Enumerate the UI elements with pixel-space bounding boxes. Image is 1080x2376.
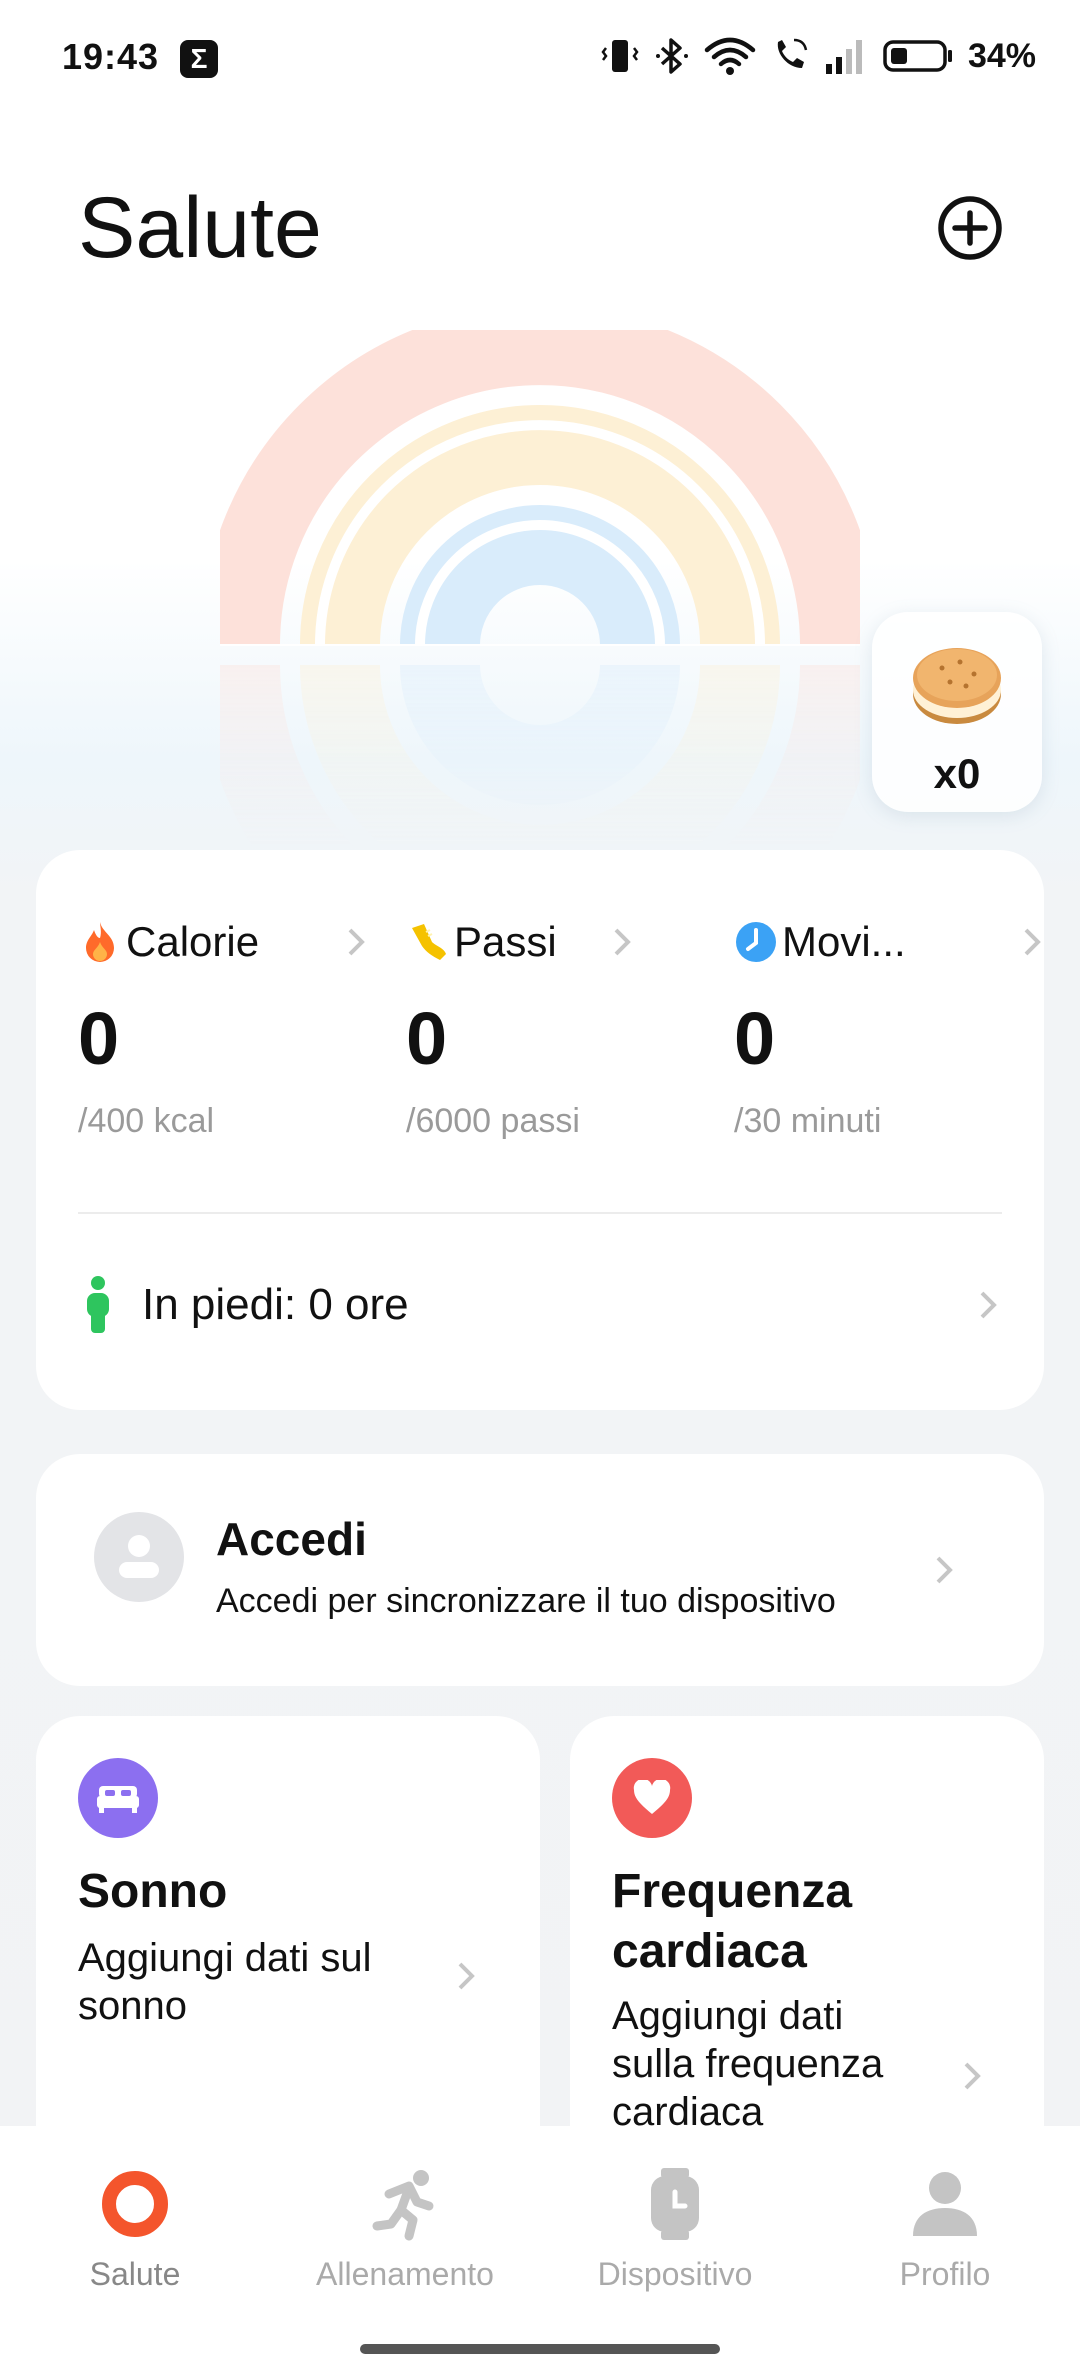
standing-text: In piedi: 0 ore	[142, 1280, 409, 1329]
wifi-call-icon	[777, 38, 808, 68]
status-time: 19:43	[62, 36, 160, 77]
divider	[78, 1212, 1002, 1214]
chevron-right-icon	[348, 928, 365, 956]
login-card[interactable]: Accedi Accedi per sincronizzare il tuo d…	[36, 1454, 1044, 1686]
move-goal: /30 minuti	[734, 1102, 882, 1140]
bluetooth-icon	[655, 38, 688, 74]
heart-rate-subtitle-line: sulla frequenza	[612, 2042, 884, 2086]
sleep-subtitle-line: sonno	[78, 1984, 187, 2028]
watch-icon	[651, 2168, 699, 2240]
flame-icon	[78, 920, 122, 964]
login-subtitle: Accedi per sincronizzare il tuo disposit…	[216, 1582, 836, 1620]
steps-label: Passi	[454, 918, 557, 965]
chevron-right-icon	[964, 2062, 981, 2090]
avatar	[94, 1512, 184, 1602]
calories-label: Calorie	[126, 918, 260, 965]
activity-summary-card: Calorie 0 /400 kcal Passi 0 /6000 passi	[36, 850, 1044, 1410]
heart-icon	[612, 1758, 692, 1838]
nav-tab-allenamento[interactable]: Allenamento	[285, 2164, 525, 2314]
notification-app-icon: Σ	[180, 40, 218, 78]
move-metric[interactable]: Movi... 0 /30 minuti	[734, 912, 1041, 1152]
calories-goal: /400 kcal	[78, 1102, 215, 1140]
bed-icon	[78, 1758, 158, 1838]
bottom-navigation: Salute Allenamento Dispositivo Profilo	[0, 2126, 1080, 2376]
vibrate-icon	[601, 40, 639, 72]
shoe-icon	[406, 920, 450, 964]
chevron-right-icon	[980, 1291, 997, 1319]
move-label: Movi...	[782, 918, 906, 965]
battery-percent: 34%	[967, 36, 1036, 75]
reward-count: x0	[933, 750, 981, 797]
nav-tab-dispositivo[interactable]: Dispositivo	[555, 2164, 795, 2314]
nav-label-dispositivo: Dispositivo	[597, 2256, 753, 2292]
person-icon	[913, 2172, 977, 2236]
chevron-right-icon	[1024, 928, 1041, 956]
heart-rate-title-line: Frequenza	[612, 1865, 853, 1918]
nav-tab-salute[interactable]: Salute	[15, 2164, 255, 2314]
reward-badge[interactable]: x0	[872, 612, 1042, 812]
calories-metric[interactable]: Calorie 0 /400 kcal	[78, 912, 378, 1152]
nav-tab-profilo[interactable]: Profilo	[825, 2164, 1065, 2314]
heart-rate-title: Frequenza cardiaca	[612, 1862, 852, 1982]
activity-rings-graphic	[220, 330, 860, 850]
add-circle-icon	[938, 196, 1002, 260]
clock-icon	[734, 920, 778, 964]
nav-label-salute: Salute	[89, 2256, 181, 2292]
status-bar: 19:43 Σ 34%	[0, 0, 1080, 120]
status-icons: 34%	[600, 34, 1036, 78]
home-indicator[interactable]	[360, 2344, 720, 2354]
sleep-title: Sonno	[78, 1865, 228, 1918]
page-title: Salute	[78, 180, 322, 276]
wifi-icon	[704, 37, 756, 75]
steps-metric[interactable]: Passi 0 /6000 passi	[406, 912, 706, 1152]
chevron-right-icon	[614, 928, 631, 956]
move-value: 0	[734, 997, 776, 1080]
nav-label-allenamento: Allenamento	[316, 2256, 494, 2292]
cookie-icon	[913, 648, 1001, 724]
nav-label-profilo: Profilo	[899, 2256, 991, 2292]
standing-person-icon	[87, 1276, 109, 1333]
steps-value: 0	[406, 997, 448, 1080]
calories-value: 0	[78, 997, 120, 1080]
chevron-right-icon	[458, 1962, 475, 1990]
running-icon	[372, 2170, 434, 2241]
signal-icon	[825, 40, 862, 74]
sleep-subtitle-line: Aggiungi dati sul	[78, 1936, 372, 1980]
sleep-subtitle: Aggiungi dati sul sonno	[78, 1934, 372, 2030]
login-title: Accedi	[216, 1513, 367, 1565]
health-ring-icon	[102, 2171, 168, 2237]
standing-row[interactable]: In piedi: 0 ore	[78, 1250, 1008, 1360]
add-button[interactable]	[934, 192, 1006, 264]
user-placeholder-icon	[119, 1535, 159, 1578]
heart-rate-subtitle-line: Aggiungi dati	[612, 1994, 844, 2038]
chevron-right-icon	[936, 1556, 953, 1584]
heart-rate-subtitle: Aggiungi dati sulla frequenza cardiaca	[612, 1992, 883, 2136]
battery-icon	[883, 40, 952, 72]
heart-rate-title-line: cardiaca	[612, 1925, 807, 1978]
steps-goal: /6000 passi	[406, 1102, 580, 1140]
move-ring	[400, 505, 680, 647]
